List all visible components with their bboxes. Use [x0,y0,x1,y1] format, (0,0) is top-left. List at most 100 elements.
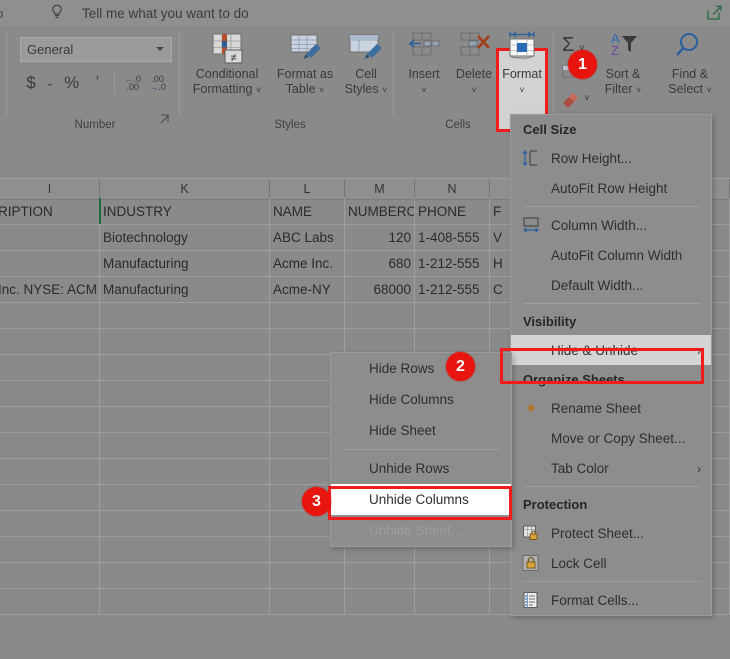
cell-M-1[interactable]: 120 [345,224,415,250]
accounting-format-button[interactable]: $ [20,73,42,93]
submenu-item-hide-columns[interactable]: Hide Columns [331,384,511,415]
increase-decimal-button[interactable]: ←.0.00 [120,75,145,91]
cell-L-2[interactable]: Acme Inc. [270,250,345,276]
cell-empty[interactable] [100,536,270,562]
cell-empty[interactable] [345,562,415,588]
menu-item-lock-cell[interactable]: Lock Cell [511,548,711,578]
cell-I-2[interactable] [0,250,100,276]
column-header-M[interactable]: M [345,179,415,199]
submenu-item-unhide-rows[interactable]: Unhide Rows [331,453,511,484]
cell-empty[interactable] [270,328,345,354]
accounting-dropdown-icon[interactable]: ⌄ [42,78,58,89]
chevron-down-icon[interactable]: ˅ [256,85,261,95]
clear-button[interactable]: ˅ [560,90,582,113]
menu-item-autofit-row-height[interactable]: AutoFit Row Height [511,173,711,203]
cell-L-1[interactable]: ABC Labs [270,224,345,250]
cell-I-1[interactable] [0,224,100,250]
chevron-down-icon[interactable]: ˅ [706,85,711,95]
cell-empty[interactable] [100,432,270,458]
cell-K-2[interactable]: Manufacturing [100,250,270,276]
cell-empty[interactable] [415,302,490,328]
cell-empty[interactable] [270,562,345,588]
format-as-table-button[interactable]: Format as Table ˅ [270,30,340,98]
menu-item-tab-color[interactable]: Tab Color › [511,453,711,483]
hide-unhide-submenu[interactable]: Hide Rows Hide Columns Hide Sheet Unhide… [330,352,512,547]
column-header-I[interactable]: I [0,179,100,199]
menu-item-default-width[interactable]: Default Width... [511,270,711,300]
cell-empty[interactable] [415,588,490,614]
cell-N-2[interactable]: 1-212-555 [415,250,490,276]
chevron-down-icon[interactable]: ˅ [584,93,590,104]
find-select-button[interactable]: Find & Select ˅ [658,30,722,98]
cell-empty[interactable] [100,328,270,354]
menu-item-autofit-column-width[interactable]: AutoFit Column Width [511,240,711,270]
menu-item-move-or-copy-sheet[interactable]: Move or Copy Sheet... [511,423,711,453]
submenu-item-hide-sheet[interactable]: Hide Sheet [331,415,511,446]
cell-empty[interactable] [100,354,270,380]
cell-N-3[interactable]: 1-212-555 [415,276,490,302]
cell-empty[interactable] [0,354,100,380]
sort-filter-button[interactable]: A Z Sort & Filter ˅ [592,30,654,98]
chevron-down-icon[interactable]: ˅ [421,85,426,95]
menu-item-row-height[interactable]: Row Height... [511,143,711,173]
cell-empty[interactable] [100,588,270,614]
cell-styles-button[interactable]: Cell Styles ˅ [338,30,394,98]
cell-empty[interactable] [0,484,100,510]
cell-empty[interactable] [0,510,100,536]
conditional-formatting-button[interactable]: ≠ Conditional Formatting ˅ [188,30,266,98]
cell-empty[interactable] [100,562,270,588]
cell-empty[interactable] [100,380,270,406]
cell-M-header[interactable]: NUMBERC [345,198,415,224]
insert-button[interactable]: Insert ˅ [400,30,448,98]
chevron-down-icon[interactable]: ˅ [319,85,324,95]
column-header-L[interactable]: L [270,179,345,199]
cell-empty[interactable] [345,302,415,328]
menu-item-rename-sheet[interactable]: Rename Sheet [511,393,711,423]
cell-empty[interactable] [345,588,415,614]
cell-empty[interactable] [0,458,100,484]
chevron-down-icon[interactable]: ˅ [636,85,641,95]
cell-empty[interactable] [415,562,490,588]
cell-empty[interactable] [100,510,270,536]
cell-I-3[interactable]: Inc. NYSE: ACM [0,276,100,302]
cell-N-header[interactable]: PHONE [415,198,490,224]
delete-button[interactable]: Delete ˅ [450,30,498,98]
cell-empty[interactable] [0,562,100,588]
submenu-item-unhide-columns[interactable]: Unhide Columns [331,484,511,515]
cell-K-1[interactable]: Biotechnology [100,224,270,250]
menu-item-hide-and-unhide[interactable]: Hide & Unhide › [511,335,711,365]
tell-me-input[interactable]: Tell me what you want to do [82,6,249,21]
cell-M-2[interactable]: 680 [345,250,415,276]
decrease-decimal-button[interactable]: .00→.0 [145,75,170,91]
number-format-select[interactable]: General [20,37,172,62]
cell-K-3[interactable]: Manufacturing [100,276,270,302]
share-icon[interactable] [704,3,724,23]
menu-item-format-cells[interactable]: Format Cells... [511,585,711,615]
cell-empty[interactable] [100,406,270,432]
cell-empty[interactable] [100,302,270,328]
percent-style-button[interactable]: % [58,73,86,93]
cell-N-1[interactable]: 1-408-555 [415,224,490,250]
cell-empty[interactable] [345,328,415,354]
chevron-down-icon[interactable]: ˅ [471,85,476,95]
number-dialog-launcher[interactable] [160,114,170,126]
comma-style-button[interactable]: ’ [86,74,110,92]
cell-K-header[interactable]: INDUSTRY [100,198,270,224]
menu-item-column-width[interactable]: Column Width... [511,210,711,240]
format-button[interactable]: Format ˅ [498,30,546,98]
cell-I-header[interactable]: RIPTION [0,198,100,224]
cell-empty[interactable] [100,458,270,484]
submenu-item-hide-rows[interactable]: Hide Rows [331,353,511,384]
chevron-down-icon[interactable]: ˅ [382,85,387,95]
column-header-K[interactable]: K [100,179,270,199]
cell-empty[interactable] [415,328,490,354]
chevron-down-icon[interactable]: ˅ [519,85,524,95]
cell-empty[interactable] [0,302,100,328]
cell-empty[interactable] [0,536,100,562]
cell-empty[interactable] [0,432,100,458]
cell-empty[interactable] [100,484,270,510]
menu-item-protect-sheet[interactable]: Protect Sheet... [511,518,711,548]
cell-empty[interactable] [0,588,100,614]
column-header-N[interactable]: N [415,179,490,199]
cell-L-3[interactable]: Acme-NY [270,276,345,302]
